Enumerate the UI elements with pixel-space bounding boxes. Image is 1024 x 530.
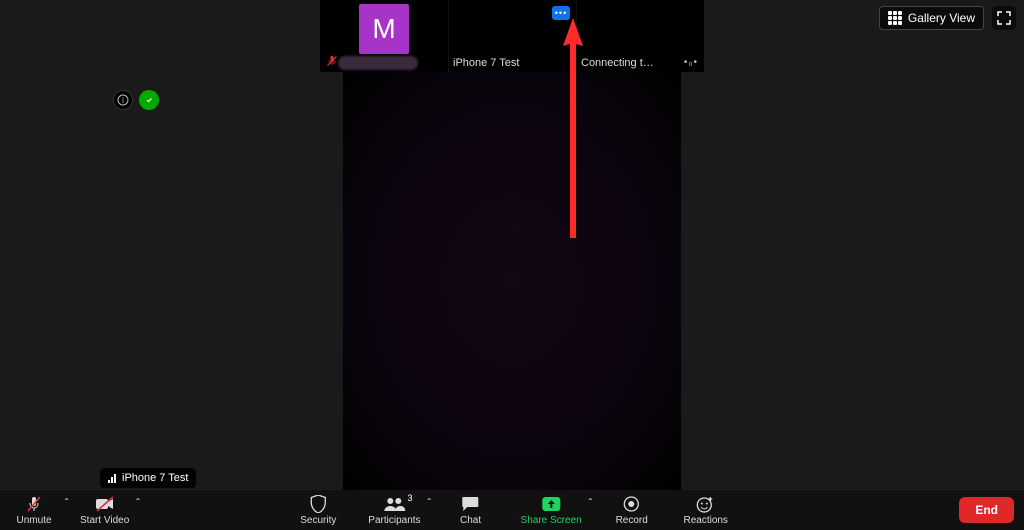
start-video-label: Start Video [80, 515, 129, 526]
grid-icon [888, 11, 902, 25]
mic-muted-icon [25, 495, 43, 513]
gallery-view-label: Gallery View [908, 11, 975, 25]
share-label: Share Screen [521, 515, 582, 526]
share-screen-button[interactable]: Share Screen ⌃ [521, 495, 582, 526]
security-button[interactable]: Security [294, 495, 342, 526]
audio-source-tooltip: iPhone 7 Test [100, 468, 196, 488]
shield-icon [310, 495, 326, 513]
participants-menu-caret[interactable]: ⌃ [426, 497, 433, 506]
participant-tile[interactable]: M [320, 0, 448, 72]
meeting-badges: i [113, 90, 159, 110]
video-thumb [618, 6, 664, 52]
participants-count: 3 [408, 493, 413, 503]
participant-tile[interactable]: Connecting t… •₀• [576, 0, 704, 72]
end-meeting-button[interactable]: End [959, 497, 1014, 523]
record-label: Record [616, 515, 648, 526]
camera-off-icon [95, 495, 115, 513]
mic-muted-icon [326, 55, 338, 67]
participants-button[interactable]: 3 Participants ⌃ [368, 495, 420, 526]
audio-menu-caret[interactable]: ⌃ [63, 497, 70, 506]
participant-name: Connecting t… [581, 57, 684, 69]
share-menu-caret[interactable]: ⌃ [587, 497, 594, 506]
meeting-toolbar: Unmute ⌃ Start Video ⌃ Security 3 Partic… [0, 490, 1024, 530]
video-menu-caret[interactable]: ⌃ [135, 497, 142, 506]
share-icon [541, 495, 561, 513]
security-label: Security [300, 515, 336, 526]
active-speaker-video[interactable] [343, 72, 681, 490]
participant-tile[interactable]: ••• iPhone 7 Test [448, 0, 576, 72]
record-icon [624, 495, 640, 513]
participant-name-redacted [338, 56, 418, 70]
unmute-button[interactable]: Unmute ⌃ [10, 495, 58, 526]
record-button[interactable]: Record [608, 495, 656, 526]
reactions-button[interactable]: Reactions [682, 495, 730, 526]
reactions-icon [697, 495, 715, 513]
participant-strip: M ••• iPhone 7 Test Connecting t… •₀• [320, 0, 704, 72]
encryption-badge[interactable] [139, 90, 159, 110]
people-icon [383, 495, 405, 513]
chat-icon [462, 495, 480, 513]
chat-label: Chat [460, 515, 481, 526]
shield-check-icon [144, 95, 154, 105]
signal-icon [108, 473, 116, 483]
fullscreen-icon [997, 11, 1011, 25]
info-icon: i [117, 94, 129, 106]
participant-more-button[interactable]: ••• [552, 6, 570, 20]
audio-source-label: iPhone 7 Test [122, 472, 188, 484]
reactions-label: Reactions [683, 515, 727, 526]
unmute-label: Unmute [16, 515, 51, 526]
info-badge[interactable]: i [113, 90, 133, 110]
svg-text:i: i [122, 96, 124, 105]
connecting-icon: •₀• [684, 57, 698, 68]
start-video-button[interactable]: Start Video ⌃ [80, 495, 129, 526]
gallery-view-button[interactable]: Gallery View [879, 6, 984, 30]
participants-label: Participants [368, 515, 420, 526]
avatar: M [359, 4, 409, 54]
participant-name: iPhone 7 Test [453, 57, 572, 69]
fullscreen-button[interactable] [992, 6, 1016, 30]
video-thumb [490, 6, 536, 52]
chat-button[interactable]: Chat [447, 495, 495, 526]
